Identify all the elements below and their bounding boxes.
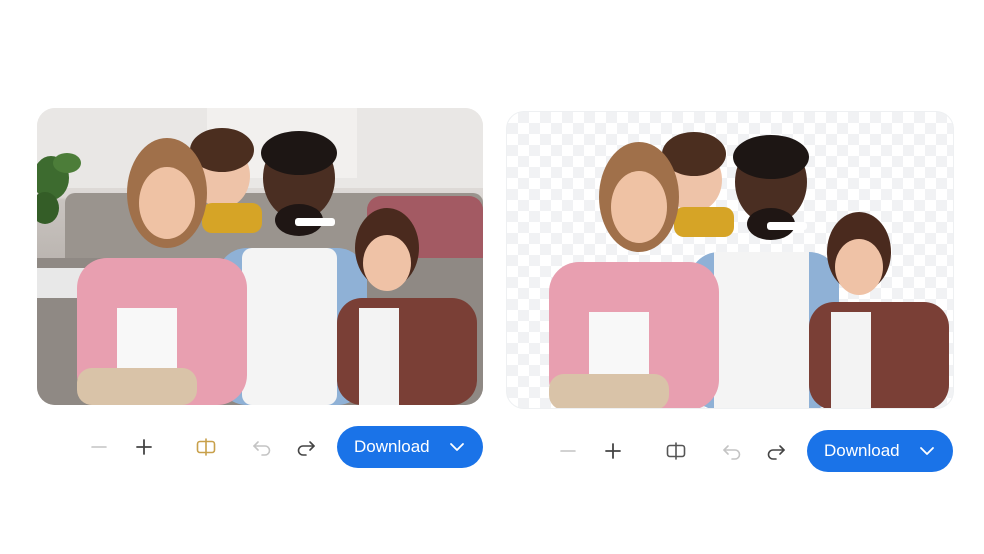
compare-icon — [666, 442, 686, 460]
compare-icon — [196, 438, 216, 456]
compare-button[interactable] — [660, 430, 692, 472]
zoom-in-icon — [136, 439, 152, 455]
zoom-out-button[interactable] — [552, 430, 584, 472]
undo-icon — [253, 441, 271, 456]
undo-button[interactable] — [716, 430, 748, 472]
image-toolbar: Download — [506, 430, 954, 472]
zoom-in-icon — [605, 443, 621, 459]
undo-button[interactable] — [246, 426, 278, 468]
zoom-in-button[interactable] — [597, 430, 629, 472]
chevron-down-icon — [920, 447, 934, 455]
background-removed-photo — [506, 111, 954, 409]
zoom-out-button[interactable] — [83, 426, 115, 468]
chevron-down-icon — [450, 443, 464, 451]
zoom-out-icon — [560, 450, 576, 452]
redo-icon — [297, 441, 315, 456]
redo-button[interactable] — [760, 430, 792, 472]
undo-icon — [723, 445, 741, 460]
family-photo-illustration — [37, 108, 483, 405]
download-label: Download — [824, 441, 900, 460]
girl-front-figure — [809, 212, 949, 408]
download-label: Download — [354, 437, 430, 456]
redo-icon — [767, 445, 785, 460]
original-image-panel: Download — [37, 108, 483, 470]
download-button[interactable]: Download — [337, 426, 483, 468]
zoom-out-icon — [91, 446, 107, 448]
original-photo — [37, 108, 483, 405]
image-toolbar: Download — [37, 426, 483, 468]
redo-button[interactable] — [290, 426, 322, 468]
download-button[interactable]: Download — [807, 430, 953, 472]
result-image-panel: Download — [506, 111, 954, 473]
compare-button[interactable] — [190, 426, 222, 468]
zoom-in-button[interactable] — [128, 426, 160, 468]
family-cutout-illustration — [549, 132, 949, 408]
